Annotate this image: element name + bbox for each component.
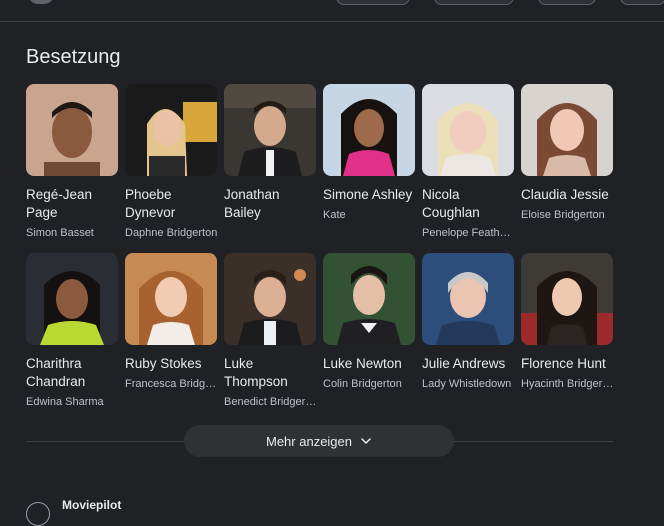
actor-name: Julie Andrews — [422, 356, 506, 371]
cast-card[interactable]: Simone Ashley Kate — [323, 84, 415, 222]
role-name: Francesca Bridg… — [125, 378, 217, 390]
cast-card[interactable]: Ruby Stokes Francesca Bridg… — [125, 253, 217, 391]
role-name: Benedict Bridger… — [224, 396, 317, 408]
cast-card[interactable]: Claudia Jessie Eloise Bridgerton — [521, 84, 613, 222]
actor-photo — [521, 84, 613, 176]
show-more-button[interactable]: Mehr anzeigen — [184, 425, 454, 457]
actor-photo — [224, 253, 316, 345]
cast-card[interactable]: Jonathan Bailey — [224, 84, 316, 226]
actor-name: Luke Newton — [323, 356, 402, 371]
cast-card[interactable]: Charithra Chandran Edwina Sharma — [26, 253, 118, 409]
actor-name: Charithra Chandran — [26, 356, 86, 389]
role-name: Edwina Sharma — [26, 396, 104, 408]
cast-card[interactable]: Phoebe Dynevor Daphne Bridgerton — [125, 84, 217, 240]
filter-chip[interactable] — [620, 0, 664, 5]
actor-name: Luke Thompson — [224, 356, 288, 389]
actor-photo — [323, 84, 415, 176]
actor-name: Florence Hunt — [521, 356, 606, 371]
account-avatar[interactable] — [28, 0, 54, 4]
filter-chip[interactable] — [336, 0, 410, 5]
actor-photo — [125, 84, 217, 176]
actor-name: Regé-Jean Page — [26, 187, 93, 220]
role-name: Penelope Feath… — [422, 227, 511, 239]
actor-photo — [26, 253, 118, 345]
actor-name: Jonathan Bailey — [224, 187, 280, 220]
role-name: Colin Bridgerton — [323, 378, 402, 390]
actor-photo — [224, 84, 316, 176]
chevron-down-icon — [361, 438, 371, 444]
actor-name: Nicola Coughlan — [422, 187, 480, 220]
role-name: Daphne Bridgerton — [125, 227, 218, 239]
section-title: Besetzung — [26, 46, 121, 68]
actor-name: Claudia Jessie — [521, 187, 609, 202]
role-name: Lady Whistledown — [422, 378, 512, 390]
role-name: Hyacinth Bridger… — [521, 378, 614, 390]
actor-name: Ruby Stokes — [125, 356, 202, 371]
cast-card[interactable]: Luke Thompson Benedict Bridger… — [224, 253, 316, 409]
show-more-label: Mehr anzeigen — [266, 433, 352, 449]
cast-card[interactable]: Nicola Coughlan Penelope Feath… — [422, 84, 514, 240]
cast-card[interactable]: Julie Andrews Lady Whistledown — [422, 253, 514, 391]
actor-photo — [26, 84, 118, 176]
cast-card[interactable]: Regé-Jean Page Simon Basset — [26, 84, 118, 240]
actor-name: Simone Ashley — [323, 187, 413, 202]
actor-photo — [422, 253, 514, 345]
filter-chip[interactable] — [434, 0, 514, 5]
cast-card[interactable]: Florence Hunt Hyacinth Bridger… — [521, 253, 613, 391]
actor-photo — [422, 84, 514, 176]
actor-photo — [521, 253, 613, 345]
role-name: Kate — [323, 209, 346, 221]
cast-card[interactable]: Luke Newton Colin Bridgerton — [323, 253, 415, 391]
filter-chip[interactable] — [538, 0, 596, 5]
source-logo-icon — [26, 502, 50, 526]
actor-name: Phoebe Dynevor — [125, 187, 176, 220]
role-name: Simon Basset — [26, 227, 94, 239]
role-name: Eloise Bridgerton — [521, 209, 605, 221]
actor-photo — [125, 253, 217, 345]
top-bar — [0, 0, 664, 22]
source-name: Moviepilot — [62, 498, 122, 512]
actor-photo — [323, 253, 415, 345]
